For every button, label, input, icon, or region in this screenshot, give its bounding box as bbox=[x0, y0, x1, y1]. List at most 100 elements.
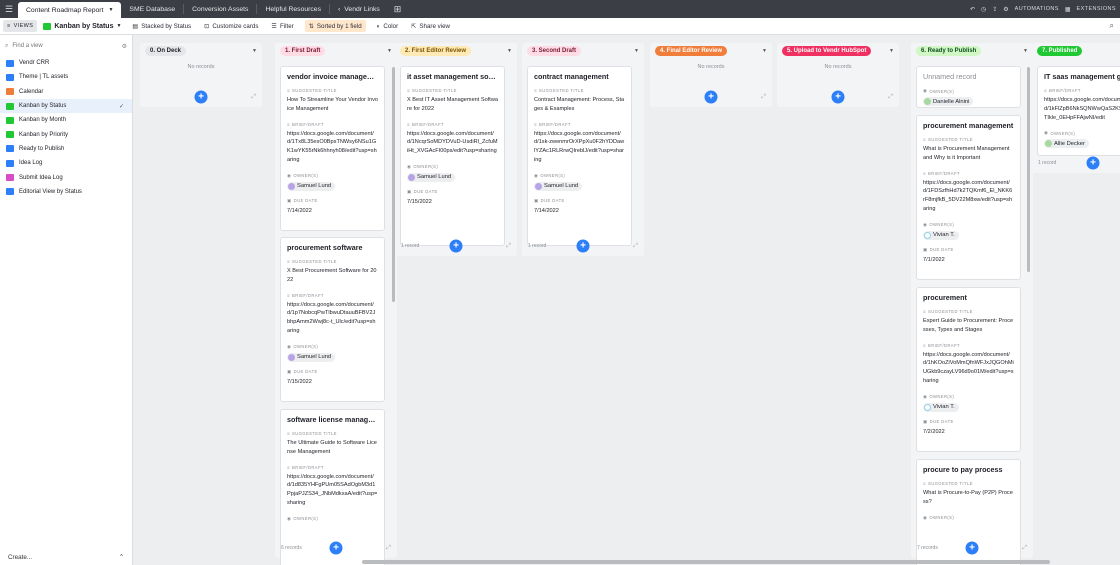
undo-icon[interactable]: ↶ bbox=[970, 6, 975, 13]
create-view-button[interactable]: Create... ⌃ bbox=[8, 554, 124, 561]
tab-conversion-assets[interactable]: Conversion Assets bbox=[184, 2, 256, 16]
column-header: 7. Published▼ bbox=[1032, 43, 1120, 58]
expand-icon[interactable]: ⤢ bbox=[251, 94, 256, 101]
field-label: ≡ BRIEF/DRAFT bbox=[923, 171, 1014, 176]
sidebar-view-item[interactable]: Idea Log bbox=[0, 156, 132, 170]
due-date-value: 7/1/2022 bbox=[923, 256, 945, 263]
record-card[interactable]: it asset management soft... ≡ SUGGESTED TI… bbox=[400, 66, 505, 246]
filter-button[interactable]: ☰ Filter bbox=[269, 20, 295, 32]
owner-chip: Allie Decker bbox=[1044, 139, 1089, 149]
sidebar-view-label: Ready to Publish bbox=[19, 145, 65, 152]
add-table-icon[interactable]: ⊞ bbox=[394, 4, 402, 15]
chevron-down-icon[interactable]: ▼ bbox=[762, 48, 767, 54]
expand-icon[interactable]: ⤢ bbox=[888, 94, 893, 101]
chevron-down-icon[interactable]: ▼ bbox=[108, 7, 113, 13]
chevron-down-icon[interactable]: ▼ bbox=[889, 48, 894, 54]
brief-draft-link[interactable]: https://docs.google.com/document/d/1d835… bbox=[287, 473, 378, 508]
views-toggle-button[interactable]: ≡ VIEWS bbox=[3, 20, 38, 32]
chevron-down-icon[interactable]: ▼ bbox=[387, 48, 392, 54]
record-card[interactable]: procurement management ≡ SUGGESTED TITLE Wh… bbox=[916, 115, 1021, 280]
views-label: VIEWS bbox=[13, 23, 34, 29]
brief-draft-link[interactable]: https://docs.google.com/document/d/1kFlZ… bbox=[1044, 96, 1120, 122]
automations-icon[interactable]: ⚙ bbox=[1003, 6, 1008, 13]
kanban-column: 2. First Editor Review ▼ it asset manageme… bbox=[395, 43, 517, 256]
chevron-down-icon[interactable]: ▼ bbox=[1023, 48, 1028, 54]
current-view-switcher[interactable]: Kanban by Status ▼ bbox=[43, 22, 121, 30]
expand-icon[interactable]: ⤢ bbox=[506, 243, 511, 250]
extensions-button[interactable]: EXTENSIONS bbox=[1077, 6, 1116, 12]
expand-icon[interactable]: ⤢ bbox=[761, 94, 766, 101]
card-title: it asset management soft... bbox=[407, 72, 498, 81]
color-icon: ◐ bbox=[376, 22, 381, 30]
tab-vendr-links[interactable]: ‹ Vendr Links bbox=[330, 2, 388, 16]
record-card[interactable]: procurement ≡ SUGGESTED TITLE Expert Guide … bbox=[916, 287, 1021, 452]
tab-sme-database[interactable]: SME Database bbox=[121, 2, 183, 16]
expand-icon[interactable]: ⤢ bbox=[1022, 545, 1027, 552]
text-field-icon: ≡ bbox=[287, 292, 291, 298]
avatar bbox=[924, 98, 931, 105]
sidebar-view-item[interactable]: Kanban by Month bbox=[0, 113, 132, 127]
add-record-button[interactable]: + bbox=[449, 239, 463, 253]
brief-draft-link[interactable]: https://docs.google.com/document/d/1sk-z… bbox=[534, 130, 625, 165]
add-record-button[interactable]: + bbox=[1086, 156, 1100, 170]
add-record-button[interactable]: + bbox=[831, 90, 845, 104]
owner-chip: Vivian T. bbox=[923, 402, 959, 412]
record-card[interactable]: IT saas management gu... ≡BRIEF/DRAFT http… bbox=[1037, 66, 1120, 156]
find-view-input[interactable]: ⌕ Find a view ⚙ bbox=[5, 38, 127, 54]
sidebar-view-item[interactable]: Calendar bbox=[0, 85, 132, 99]
sort-button[interactable]: ⇅ Sorted by 1 field bbox=[304, 20, 366, 32]
search-icon[interactable]: ⌕ bbox=[1110, 21, 1114, 31]
color-button[interactable]: ◐ Color bbox=[375, 20, 401, 32]
sidebar-view-item[interactable]: Ready to Publish bbox=[0, 142, 132, 156]
column-scrollbar[interactable] bbox=[1027, 67, 1030, 272]
sidebar-view-item[interactable]: Kanban by Status ✓ bbox=[0, 98, 132, 114]
hamburger-menu-icon[interactable]: ☰ bbox=[0, 0, 18, 18]
gear-icon[interactable]: ⚙ bbox=[122, 43, 127, 50]
current-view-name: Kanban by Status bbox=[54, 22, 114, 30]
sidebar-view-item[interactable]: Kanban by Priority bbox=[0, 127, 132, 141]
horizontal-scrollbar[interactable] bbox=[362, 560, 1050, 564]
suggested-title-value: What is Procure-to-Pay (P2P) Process? bbox=[923, 490, 1013, 505]
chevron-down-icon[interactable]: ▼ bbox=[507, 48, 512, 54]
automations-button[interactable]: AUTOMATIONS bbox=[1015, 6, 1059, 12]
text-field-icon: ≡ bbox=[287, 121, 291, 127]
status-badge: 3. Second Draft bbox=[527, 45, 582, 56]
brief-draft-link[interactable]: https://docs.google.com/document/d/1Tx8L… bbox=[287, 130, 378, 165]
sidebar-view-item[interactable]: Vendr CRR bbox=[0, 56, 132, 70]
text-field-icon: ≡ bbox=[923, 309, 927, 314]
extensions-icon[interactable]: ▦ bbox=[1065, 6, 1071, 13]
record-card[interactable]: contract management ≡ SUGGESTED TITLE Contr… bbox=[527, 66, 632, 246]
chevron-down-icon[interactable]: ▼ bbox=[252, 48, 257, 54]
brief-draft-link[interactable]: https://docs.google.com/document/d/1hKOo… bbox=[923, 351, 1014, 386]
tab-content-roadmap-report[interactable]: Content Roadmap Report ▼ bbox=[18, 2, 122, 18]
add-record-button[interactable]: + bbox=[965, 541, 979, 555]
history-icon[interactable]: ◷ bbox=[981, 6, 986, 13]
tab-helpful-resources[interactable]: Helpful Resources bbox=[257, 2, 329, 16]
chevron-down-icon[interactable]: ▼ bbox=[634, 48, 639, 54]
sidebar-view-label: Idea Log bbox=[19, 160, 43, 167]
customize-cards-button[interactable]: ⊡ Customize cards bbox=[202, 20, 260, 32]
add-record-button[interactable]: + bbox=[576, 239, 590, 253]
brief-draft-link[interactable]: https://docs.google.com/document/d/1Ncqr… bbox=[407, 130, 498, 156]
sidebar-view-item[interactable]: Theme | TL assets bbox=[0, 70, 132, 84]
add-record-button[interactable]: + bbox=[194, 90, 208, 104]
record-card[interactable]: vendor invoice manageme... ≡ SUGGESTED TIT… bbox=[280, 66, 385, 231]
brief-draft-link[interactable]: https://docs.google.com/document/d/1p7No… bbox=[287, 301, 378, 336]
expand-icon[interactable]: ⤢ bbox=[633, 243, 638, 250]
field-label: ▣ DUE DATE bbox=[287, 369, 378, 375]
expand-icon[interactable]: ⤢ bbox=[386, 545, 391, 552]
sidebar-view-item[interactable]: Submit Idea Log bbox=[0, 170, 132, 184]
share-view-button[interactable]: ⇱ Share view bbox=[409, 20, 452, 32]
field-label-text: OWNER(S) bbox=[929, 394, 955, 400]
sidebar-view-item[interactable]: Editorial View by Status bbox=[0, 185, 132, 199]
brief-draft-link[interactable]: https://docs.google.com/document/d/1FDSz… bbox=[923, 179, 1014, 214]
add-record-button[interactable]: + bbox=[329, 541, 343, 555]
user-field-icon: ◉ bbox=[534, 172, 539, 178]
status-badge: 7. Published bbox=[1037, 45, 1083, 56]
suggested-title-value: What is Procurement Management and Why i… bbox=[923, 146, 1010, 161]
stacked-by-button[interactable]: ▤ Stacked by Status bbox=[130, 20, 193, 32]
record-card[interactable]: procurement software ≡ SUGGESTED TITLE X Be… bbox=[280, 237, 385, 402]
share-icon[interactable]: ⇪ bbox=[992, 6, 997, 13]
record-card[interactable]: Unnamed record ◉ OWNER(S) Danielle Alnini bbox=[916, 66, 1021, 108]
add-record-button[interactable]: + bbox=[704, 90, 718, 104]
